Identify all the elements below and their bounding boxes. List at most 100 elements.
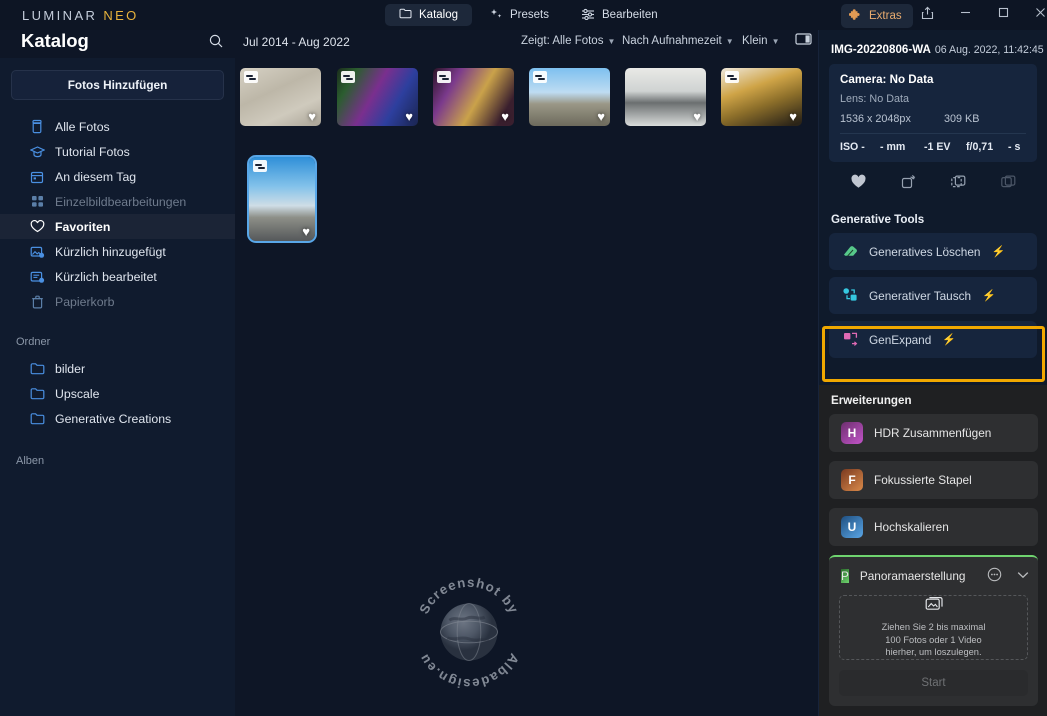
luminar-neo-window: LUMINAR NEO Katalog Presets Bearbeiten E… xyxy=(0,0,1047,716)
more-circle-icon[interactable] xyxy=(987,567,1002,585)
tool-label: Generatives Löschen xyxy=(869,244,981,259)
tool-label: GenExpand xyxy=(869,332,932,347)
table-row[interactable]: ♥ xyxy=(433,68,514,126)
favorite-action[interactable] xyxy=(850,174,867,194)
chevron-down-icon[interactable] xyxy=(1017,571,1029,582)
extension-panoramaerstellung: P Panoramaerstellung Ziehen Sie 2 bis ma… xyxy=(829,555,1038,706)
panorama-header[interactable]: P Panoramaerstellung xyxy=(829,557,1038,595)
sidebar-item-tutorial-fotos[interactable]: Tutorial Fotos xyxy=(0,139,235,164)
edited-badge-icon xyxy=(253,160,267,172)
chevron-down-icon: ▼ xyxy=(607,36,616,46)
tool-generatives-loeschen[interactable]: Generatives Löschen ⚡ xyxy=(829,233,1037,270)
sidebar-item-kuerzlich-hinzugefuegt[interactable]: Kürzlich hinzugefügt xyxy=(0,239,235,264)
extension-fokussierte-stapel[interactable]: F Fokussierte Stapel xyxy=(829,461,1038,499)
file-name: IMG-20220806-WA xyxy=(831,43,931,56)
favorite-heart-icon: ♥ xyxy=(302,224,310,239)
extras-button[interactable]: Extras xyxy=(841,4,913,28)
sidebar-item-an-diesem-tag[interactable]: An diesem Tag xyxy=(0,164,235,189)
size-dropdown[interactable]: Klein ▼ xyxy=(742,35,780,47)
sidebar-item-favoriten[interactable]: Favoriten xyxy=(0,214,235,239)
search-button[interactable] xyxy=(208,33,224,54)
minimize-button[interactable] xyxy=(946,0,984,30)
sidebar-folder-upscale[interactable]: Upscale xyxy=(0,381,235,406)
tab-katalog[interactable]: Katalog xyxy=(385,4,473,26)
sidebar-item-kuerzlich-bearbeitet[interactable]: Kürzlich bearbeitet xyxy=(0,264,235,289)
table-row[interactable]: ♥ xyxy=(721,68,802,126)
sidebar-label: Generative Creations xyxy=(55,411,172,426)
folder-icon xyxy=(399,8,412,22)
filter-dropdown[interactable]: Zeigt: Alle Fotos ▼ xyxy=(521,35,615,47)
title-bar: LUMINAR NEO Katalog Presets Bearbeiten E… xyxy=(0,0,1047,30)
maximize-icon xyxy=(997,6,1010,24)
panorama-start-button[interactable]: Start xyxy=(839,670,1028,696)
heart-icon xyxy=(850,174,867,193)
focus-stack-badge-icon: F xyxy=(841,469,863,491)
extensions-header: Erweiterungen xyxy=(831,394,912,407)
copy-icon xyxy=(950,174,967,194)
sidebar-label: Kürzlich bearbeitet xyxy=(55,269,157,284)
extension-label: HDR Zusammenfügen xyxy=(874,426,992,440)
sort-dropdown[interactable]: Nach Aufnahmezeit ▼ xyxy=(622,35,734,47)
expand-icon xyxy=(842,331,859,349)
duplicate-action[interactable] xyxy=(950,174,967,195)
brand-main: LUMINAR xyxy=(22,8,104,23)
photo-grid: ♥ ♥ ♥ ♥ ♥ ♥ ♥ Screenshot by Albadesign.e… xyxy=(235,58,818,716)
folder-icon xyxy=(29,387,45,400)
extensions-area: Erweiterungen H HDR Zusammenfügen F Foku… xyxy=(819,385,1047,716)
graduation-cap-icon xyxy=(29,145,45,159)
stack-action[interactable] xyxy=(1000,174,1017,195)
extension-label: Hochskalieren xyxy=(874,520,949,534)
hdr-badge-icon: H xyxy=(841,422,863,444)
tab-bearbeiten[interactable]: Bearbeiten xyxy=(567,4,672,27)
minimize-icon xyxy=(959,6,972,24)
table-row[interactable]: ♥ xyxy=(247,155,317,243)
sparkle-icon xyxy=(490,8,503,23)
inspector-header: IMG-20220806-WA 06 Aug. 2022, 11:42:45 xyxy=(819,30,1047,64)
table-row[interactable]: ♥ xyxy=(625,68,706,126)
table-row[interactable]: ♥ xyxy=(240,68,321,126)
maximize-button[interactable] xyxy=(984,0,1022,30)
sidebar-folder-bilder[interactable]: bilder xyxy=(0,356,235,381)
ev-value: -1 EV xyxy=(924,141,951,153)
table-row[interactable]: ♥ xyxy=(337,68,418,126)
add-photos-label: Fotos Hinzufügen xyxy=(67,78,168,92)
share-button[interactable] xyxy=(908,0,946,30)
heart-icon xyxy=(29,220,45,233)
albums-header: Alben xyxy=(16,455,45,467)
calendar-icon xyxy=(29,170,45,184)
close-icon xyxy=(1034,6,1047,24)
generative-tools-header: Generative Tools xyxy=(831,213,925,226)
rotate-action[interactable] xyxy=(900,174,917,195)
sidebar-item-alle-fotos[interactable]: Alle Fotos xyxy=(0,114,235,139)
dimensions-row: 1536 x 2048px 309 KB xyxy=(840,113,1026,134)
tool-generativer-tausch[interactable]: Generativer Tausch ⚡ xyxy=(829,277,1037,314)
app-logo: LUMINAR NEO xyxy=(22,8,139,23)
sidebar-item-einzelbildbearbeitungen[interactable]: Einzelbildbearbeitungen xyxy=(0,189,235,214)
folders-header: Ordner xyxy=(16,336,51,348)
brand-accent: NEO xyxy=(103,8,139,23)
dropzone-text: Ziehen Sie 2 bis maximal 100 Fotos oder … xyxy=(882,621,986,659)
dropzone-line-2: 100 Fotos oder 1 Video xyxy=(885,634,982,645)
sidebar-item-papierkorb[interactable]: Papierkorb xyxy=(0,289,235,314)
dropzone-line-1: Ziehen Sie 2 bis maximal xyxy=(881,622,986,633)
lens-value: Lens: No Data xyxy=(840,93,910,105)
sort-label: Nach Aufnahmezeit xyxy=(622,35,722,47)
sidebar-label: Upscale xyxy=(55,386,100,401)
puzzle-icon xyxy=(848,8,863,24)
tool-genexpand[interactable]: GenExpand ⚡ xyxy=(829,321,1037,358)
add-photos-button[interactable]: Fotos Hinzufügen xyxy=(11,70,224,100)
rotate-icon xyxy=(900,174,917,194)
panel-toggle-button[interactable] xyxy=(795,32,812,49)
tab-presets[interactable]: Presets xyxy=(476,4,563,27)
extension-hdr-zusammenfuegen[interactable]: H HDR Zusammenfügen xyxy=(829,414,1038,452)
sidebar-folder-generative-creations[interactable]: Generative Creations xyxy=(0,406,235,431)
panorama-dropzone[interactable]: Ziehen Sie 2 bis maximal 100 Fotos oder … xyxy=(839,595,1028,660)
premium-bolt-icon: ⚡ xyxy=(942,334,957,346)
trash-icon xyxy=(29,295,45,309)
close-button[interactable] xyxy=(1021,0,1047,30)
edited-badge-icon xyxy=(533,71,547,83)
main-tabs: Katalog Presets Bearbeiten xyxy=(385,4,672,26)
table-row[interactable]: ♥ xyxy=(529,68,610,126)
size-label: Klein xyxy=(742,35,768,47)
extension-hochskalieren[interactable]: U Hochskalieren xyxy=(829,508,1038,546)
